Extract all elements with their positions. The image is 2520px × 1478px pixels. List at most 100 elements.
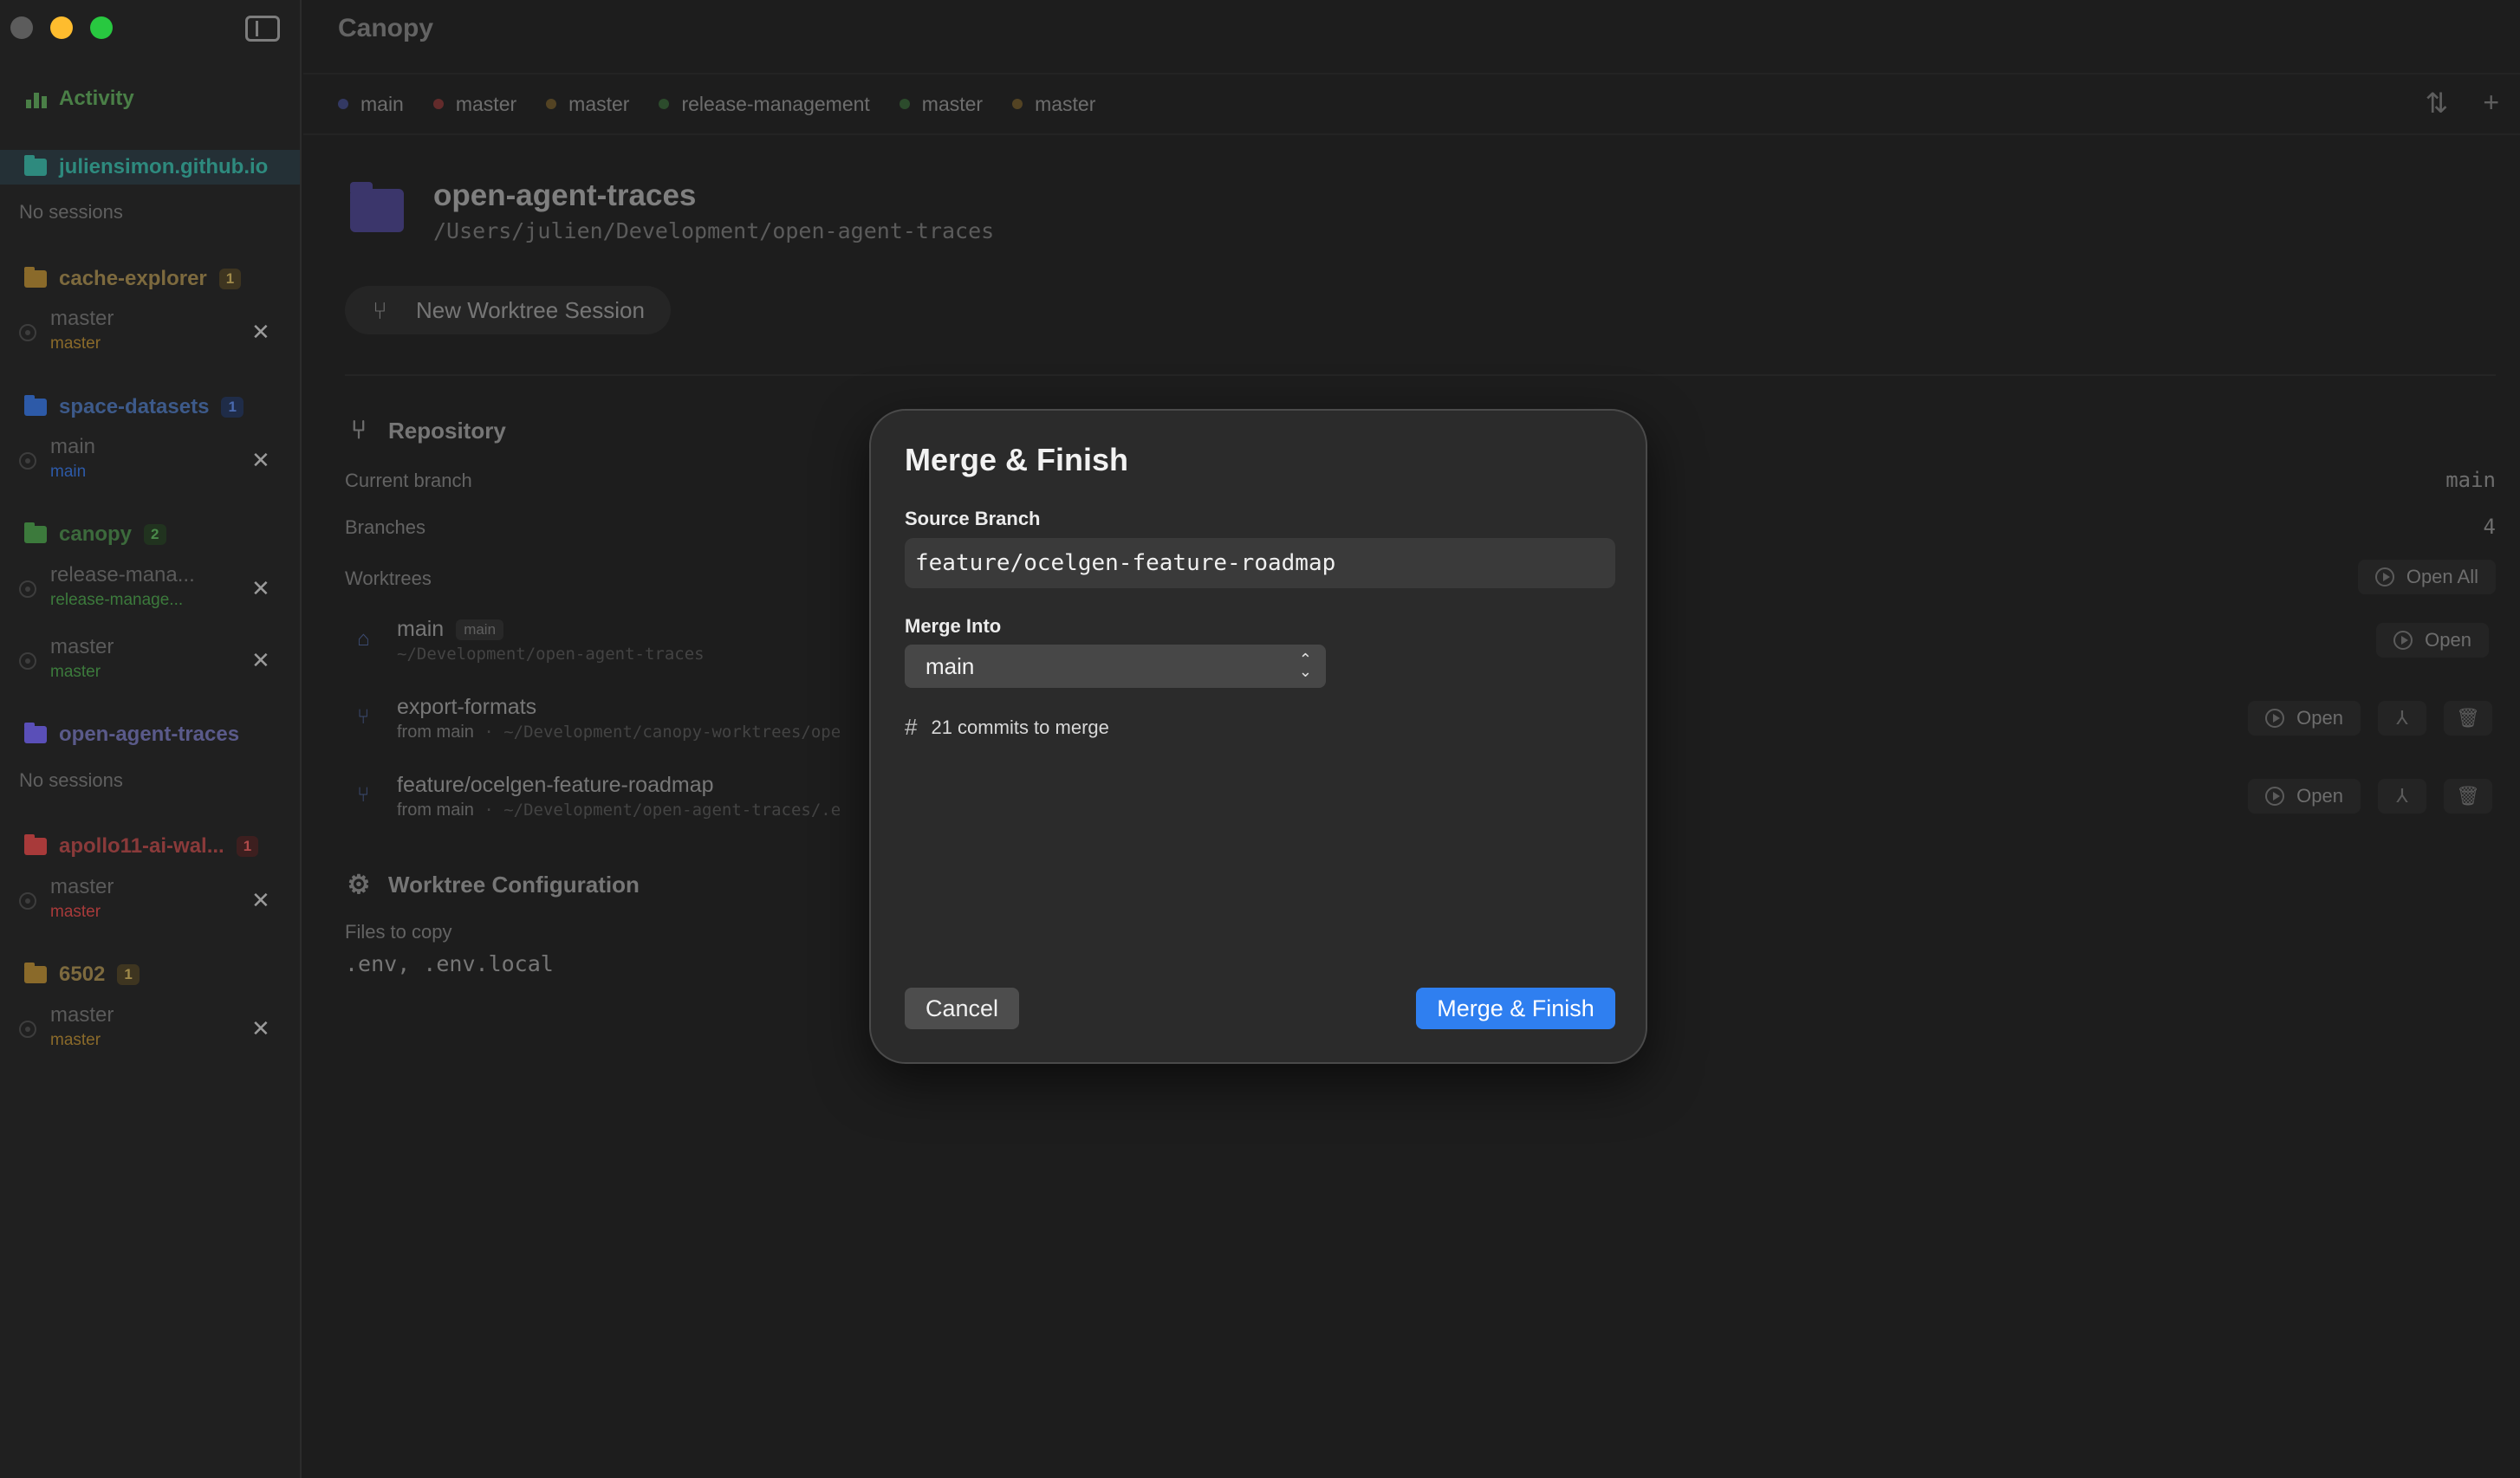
trash-icon[interactable]: 🗑	[2444, 701, 2492, 736]
close-session-icon[interactable]: ✕	[251, 575, 270, 602]
session-status-icon	[19, 892, 36, 910]
commits-text: 21 commits to merge	[931, 716, 1109, 738]
sidebar-toggle-icon[interactable]	[245, 16, 280, 42]
tab-color-dot	[546, 99, 557, 109]
dialog-title: Merge & Finish	[905, 442, 1129, 477]
session-count-badge: 1	[117, 964, 140, 985]
worktree-path: from main · ~/Development/canopy-worktre…	[397, 723, 841, 742]
merge-into-label: Merge Into	[905, 615, 1002, 637]
close-session-icon[interactable]: ✕	[251, 887, 270, 914]
session-item[interactable]: master master ✕	[0, 305, 300, 362]
trash-icon[interactable]: 🗑	[2444, 779, 2492, 814]
open-worktree-button[interactable]: Open	[2248, 779, 2361, 814]
folder-icon	[24, 395, 47, 416]
project-name: apollo11-ai-wal...	[59, 834, 224, 858]
branch-icon: ⑂	[357, 705, 370, 729]
session-item[interactable]: master master ✕	[0, 873, 300, 930]
session-status-icon	[19, 1021, 36, 1038]
tab-master[interactable]: master	[546, 93, 629, 116]
window-minimize-button[interactable]	[50, 16, 73, 39]
session-branch: master	[50, 663, 101, 681]
session-item[interactable]: release-mana... release-manage... ✕	[0, 561, 300, 619]
merge-finish-button[interactable]: Merge & Finish	[1416, 988, 1615, 1029]
worktree-label: export-formats	[397, 695, 537, 719]
play-icon	[2265, 787, 2285, 806]
project-name: juliensimon.github.io	[59, 155, 269, 178]
sort-icon[interactable]: ⇅	[2426, 87, 2449, 120]
merge-icon[interactable]: ⅄	[2378, 701, 2426, 736]
session-item[interactable]: master master ✕	[0, 633, 300, 690]
open-all-button[interactable]: Open All	[2357, 560, 2496, 594]
new-worktree-session-button[interactable]: ⑂ New Worktree Session	[345, 286, 671, 334]
session-branch: master	[50, 903, 101, 921]
play-icon	[2374, 567, 2394, 587]
session-item[interactable]: main main ✕	[0, 433, 300, 490]
bar-chart-icon	[26, 89, 47, 108]
session-name: main	[50, 435, 96, 458]
close-session-icon[interactable]: ✕	[251, 647, 270, 674]
current-branch-value: main	[2445, 468, 2496, 492]
open-worktree-button[interactable]: Open	[2248, 701, 2361, 736]
project-cache-explorer[interactable]: cache-explorer 1	[0, 262, 300, 296]
session-count-badge: 2	[144, 524, 166, 545]
worktree-label: feature/ocelgen-feature-roadmap	[397, 773, 714, 797]
activity-nav-item[interactable]: Activity	[26, 87, 134, 111]
gear-icon: ⚙	[347, 871, 371, 899]
session-branch: main	[50, 463, 87, 481]
project-name: canopy	[59, 522, 133, 546]
open-worktree-button[interactable]: Open	[2376, 623, 2489, 658]
tab-color-dot	[899, 99, 910, 109]
project-apollo11[interactable]: apollo11-ai-wal... 1	[0, 829, 300, 864]
worktree-path-text: · ~/Development/open-agent-traces/.e	[473, 801, 841, 820]
tab-release-management[interactable]: release-management	[659, 92, 870, 116]
session-item[interactable]: master master ✕	[0, 1002, 300, 1059]
tab-color-dot	[1012, 99, 1023, 109]
worktree-source: from main	[397, 723, 474, 742]
merge-into-select[interactable]: main ⌃ ⌄	[905, 645, 1326, 688]
folder-icon	[24, 963, 47, 983]
project-6502[interactable]: 6502 1	[0, 957, 300, 992]
project-name: cache-explorer	[59, 267, 207, 290]
project-name: space-datasets	[59, 395, 210, 418]
tab-master[interactable]: master	[1012, 93, 1095, 116]
close-session-icon[interactable]: ✕	[251, 319, 270, 346]
project-juliensimon-github-io[interactable]: juliensimon.github.io	[0, 150, 300, 185]
files-to-copy-label: Files to copy	[345, 921, 452, 943]
no-sessions-text: No sessions	[19, 201, 123, 223]
merge-icon[interactable]: ⅄	[2378, 779, 2426, 814]
play-icon	[2393, 631, 2413, 650]
activity-label: Activity	[59, 87, 134, 110]
worktrees-label: Worktrees	[345, 567, 432, 589]
play-icon	[2265, 709, 2285, 728]
worktree-label: main	[397, 617, 445, 641]
worktree-name: feature/ocelgen-feature-roadmap	[397, 773, 714, 798]
cancel-button[interactable]: Cancel	[905, 988, 1019, 1029]
project-space-datasets[interactable]: space-datasets 1	[0, 390, 300, 425]
worktree-name: export-formats	[397, 695, 536, 720]
session-branch: master	[50, 334, 101, 353]
hash-icon: #	[905, 714, 918, 740]
branch-icon: ⑂	[357, 783, 370, 807]
tab-master[interactable]: master	[432, 93, 516, 116]
tab-main[interactable]: main	[338, 93, 404, 116]
window-close-button[interactable]	[10, 16, 33, 39]
divider	[345, 374, 2496, 376]
session-status-icon	[19, 452, 36, 470]
project-open-agent-traces[interactable]: open-agent-traces	[0, 717, 300, 752]
folder-icon	[24, 723, 47, 743]
tab-color-dot	[432, 99, 444, 109]
app-title: Canopy	[338, 14, 434, 42]
project-canopy[interactable]: canopy 2	[0, 517, 300, 552]
close-session-icon[interactable]: ✕	[251, 447, 270, 474]
tab-label: master	[1035, 92, 1096, 115]
worktree-name: main main	[397, 617, 504, 642]
tab-master[interactable]: master	[899, 93, 983, 116]
commits-info: # 21 commits to merge	[905, 714, 1109, 741]
tab-label: release-management	[681, 92, 870, 115]
open-label: Open	[2296, 785, 2343, 807]
tab-color-dot	[338, 99, 348, 109]
close-session-icon[interactable]: ✕	[251, 1015, 270, 1042]
add-tab-icon[interactable]: +	[2483, 87, 2499, 120]
window-zoom-button[interactable]	[90, 16, 113, 39]
merge-finish-dialog: Merge & Finish Source Branch feature/oce…	[869, 409, 1647, 1064]
